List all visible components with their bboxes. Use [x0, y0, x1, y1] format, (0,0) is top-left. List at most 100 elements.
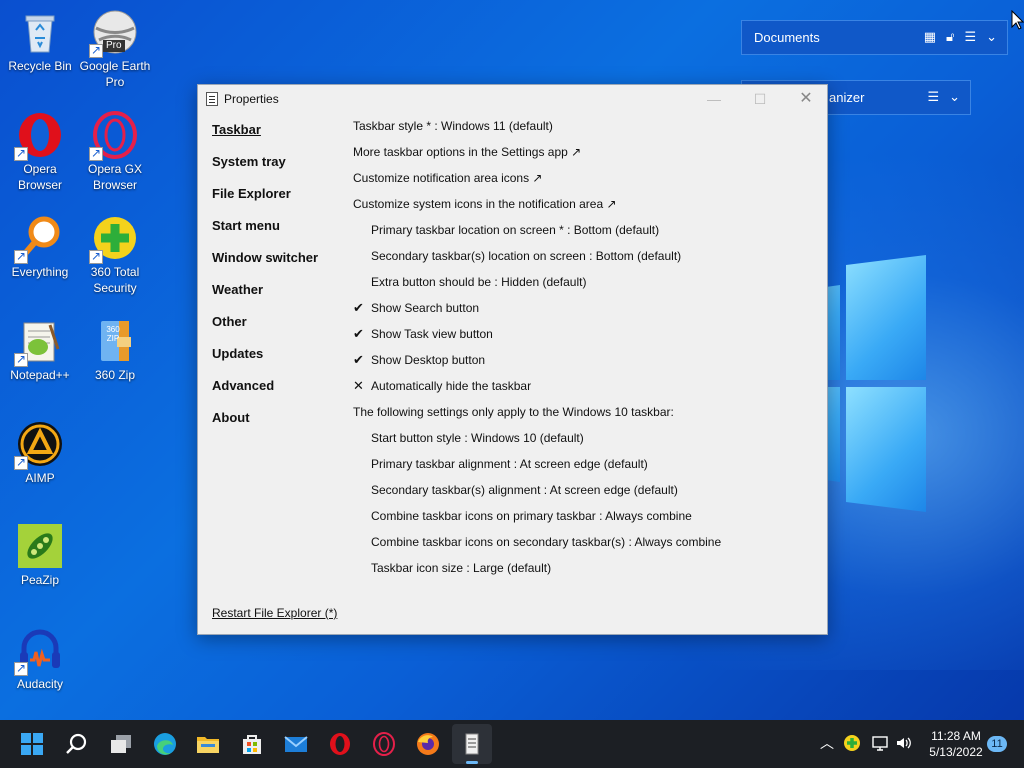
maximize-button[interactable]: ☐: [737, 85, 783, 113]
checkmark-icon: ✔: [353, 326, 364, 341]
desktop-icon-audacity[interactable]: Audacity: [0, 626, 80, 692]
chevron-down-icon[interactable]: ⌄: [949, 89, 960, 105]
chevron-down-icon[interactable]: ⌄: [986, 29, 997, 45]
clock[interactable]: 11:28 AM 5/13/2022: [918, 728, 994, 760]
shortcut-arrow-icon: [89, 42, 103, 58]
taskbar-opera-gx[interactable]: [364, 724, 404, 764]
360-security-tray-icon[interactable]: [843, 734, 861, 752]
setting-autohide[interactable]: ✕ Automatically hide the taskbar: [353, 377, 813, 403]
search-button[interactable]: [56, 724, 96, 764]
setting-more-options-link[interactable]: More taskbar options in the Settings app…: [353, 143, 813, 169]
notepad-plus-plus-icon: [14, 317, 64, 367]
desktop-icon-everything[interactable]: Everything: [0, 214, 80, 280]
taskbar-firefox[interactable]: [408, 724, 448, 764]
setting-system-icons-link[interactable]: Customize system icons in the notificati…: [353, 195, 813, 221]
desktop-icon-aimp[interactable]: AIMP: [0, 420, 80, 486]
setting-taskbar-style[interactable]: Taskbar style * : Windows 11 (default): [353, 117, 813, 143]
desktop-icon-label: Opera GX Browser: [87, 162, 143, 192]
nav-item-taskbar[interactable]: Taskbar: [212, 121, 332, 153]
desktop-icon-recycle-bin[interactable]: Recycle Bin: [0, 8, 80, 74]
opera-icon: [14, 111, 64, 161]
setting-secondary-location[interactable]: Secondary taskbar(s) location on screen …: [353, 247, 813, 273]
desktop-icon-label: Recycle Bin: [8, 59, 72, 73]
menu-icon[interactable]: ☰: [927, 89, 939, 105]
network-icon[interactable]: [871, 734, 889, 752]
properties-app-icon: [206, 92, 218, 106]
setting-start-button-style[interactable]: Start button style : Windows 10 (default…: [353, 429, 813, 455]
nav-item-start-menu[interactable]: Start menu: [212, 217, 332, 249]
setting-label: Primary taskbar location on screen * : B…: [371, 223, 660, 237]
setting-show-task-view[interactable]: ✔ Show Task view button: [353, 325, 813, 351]
setting-label: Start button style : Windows 10 (default…: [371, 431, 584, 445]
taskbar-file-explorer[interactable]: [188, 724, 228, 764]
menu-icon[interactable]: ☰: [964, 29, 976, 45]
close-button[interactable]: ✕: [783, 85, 829, 113]
shortcut-arrow-icon: [14, 660, 28, 676]
nav-item-window-switcher[interactable]: Window switcher: [212, 249, 332, 281]
desktop-icon-label: AIMP: [25, 471, 55, 485]
desktop-icon-label: 360 Zip: [94, 368, 136, 382]
360-zip-icon: 360 ZIP: [91, 317, 139, 365]
notification-count-badge[interactable]: 11: [987, 736, 1007, 752]
firefox-icon: [417, 733, 439, 755]
setting-icon-size[interactable]: Taskbar icon size : Large (default): [353, 559, 813, 585]
nav-item-about[interactable]: About: [212, 409, 332, 441]
desktop-icon-peazip[interactable]: PeaZip: [0, 522, 80, 588]
setting-show-desktop[interactable]: ✔ Show Desktop button: [353, 351, 813, 377]
setting-show-search[interactable]: ✔ Show Search button: [353, 299, 813, 325]
restart-file-explorer-link[interactable]: Restart File Explorer (*): [212, 606, 337, 620]
taskbar-mail[interactable]: [276, 724, 316, 764]
clock-time: 11:28 AM: [931, 729, 981, 743]
opera-gx-icon: [89, 111, 139, 161]
setting-primary-location[interactable]: Primary taskbar location on screen * : B…: [353, 221, 813, 247]
clock-date: 5/13/2022: [929, 745, 983, 759]
taskbar-opera[interactable]: [320, 724, 360, 764]
setting-label: Primary taskbar alignment : At screen ed…: [371, 457, 648, 471]
desktop-icon-label: Opera Browser: [17, 162, 62, 192]
start-button[interactable]: [12, 724, 52, 764]
volume-icon[interactable]: [895, 734, 913, 752]
google-earth-icon: Pro: [89, 8, 139, 58]
setting-notification-icons-link[interactable]: Customize notification area icons ↗: [353, 169, 813, 195]
nav-item-file-explorer[interactable]: File Explorer: [212, 185, 332, 217]
taskbar-edge[interactable]: [145, 724, 185, 764]
mail-icon: [284, 736, 308, 752]
desktop-icon-google-earth-pro[interactable]: Pro Google Earth Pro: [75, 8, 155, 90]
lock-icon[interactable]: 🔓︎: [946, 29, 954, 45]
setting-label: Taskbar style * : Windows 11 (default): [353, 119, 553, 133]
audacity-icon: [14, 626, 64, 676]
documents-toolbar[interactable]: Documents ▦ 🔓︎ ☰ ⌄: [741, 20, 1008, 55]
start-icon: [21, 733, 43, 755]
taskbar-store[interactable]: [232, 724, 272, 764]
setting-combine-primary[interactable]: Combine taskbar icons on primary taskbar…: [353, 507, 813, 533]
nav-item-system-tray[interactable]: System tray: [212, 153, 332, 185]
title-bar[interactable]: Properties — ☐ ✕: [198, 85, 827, 113]
minimize-button[interactable]: —: [691, 85, 737, 113]
task-view-button[interactable]: [101, 724, 141, 764]
checkmark-icon: ✔: [353, 352, 364, 367]
setting-label: Customize system icons in the notificati…: [353, 197, 617, 211]
taskbar-properties-app[interactable]: [452, 724, 492, 764]
edge-icon: [154, 733, 176, 755]
desktop-icon-360-zip[interactable]: 360 ZIP 360 Zip: [75, 317, 155, 383]
nav-item-weather[interactable]: Weather: [212, 281, 332, 313]
setting-primary-alignment[interactable]: Primary taskbar alignment : At screen ed…: [353, 455, 813, 481]
desktop-icon-opera-gx[interactable]: Opera GX Browser: [75, 111, 155, 193]
grid-view-icon[interactable]: ▦: [924, 29, 936, 45]
aimp-icon: [14, 420, 64, 470]
nav-item-updates[interactable]: Updates: [212, 345, 332, 377]
setting-secondary-alignment[interactable]: Secondary taskbar(s) alignment : At scre…: [353, 481, 813, 507]
chevron-up-icon[interactable]: ︿: [818, 734, 836, 752]
desktop-icon-label: 360 Total Security: [90, 265, 140, 295]
setting-extra-button[interactable]: Extra button should be : Hidden (default…: [353, 273, 813, 299]
desktop-icon-360-total-security[interactable]: 360 Total Security: [75, 214, 155, 296]
desktop-icon-notepad-plus-plus[interactable]: Notepad++: [0, 317, 80, 383]
nav-item-advanced[interactable]: Advanced: [212, 377, 332, 409]
setting-combine-secondary[interactable]: Combine taskbar icons on secondary taskb…: [353, 533, 813, 559]
desktop-icon-opera-browser[interactable]: Opera Browser: [0, 111, 80, 193]
setting-label: Combine taskbar icons on primary taskbar…: [371, 509, 692, 523]
properties-window: Properties — ☐ ✕ Taskbar System tray Fil…: [197, 84, 828, 635]
setting-label: Automatically hide the taskbar: [371, 379, 532, 393]
nav-item-other[interactable]: Other: [212, 313, 332, 345]
360-security-icon: [89, 214, 139, 264]
